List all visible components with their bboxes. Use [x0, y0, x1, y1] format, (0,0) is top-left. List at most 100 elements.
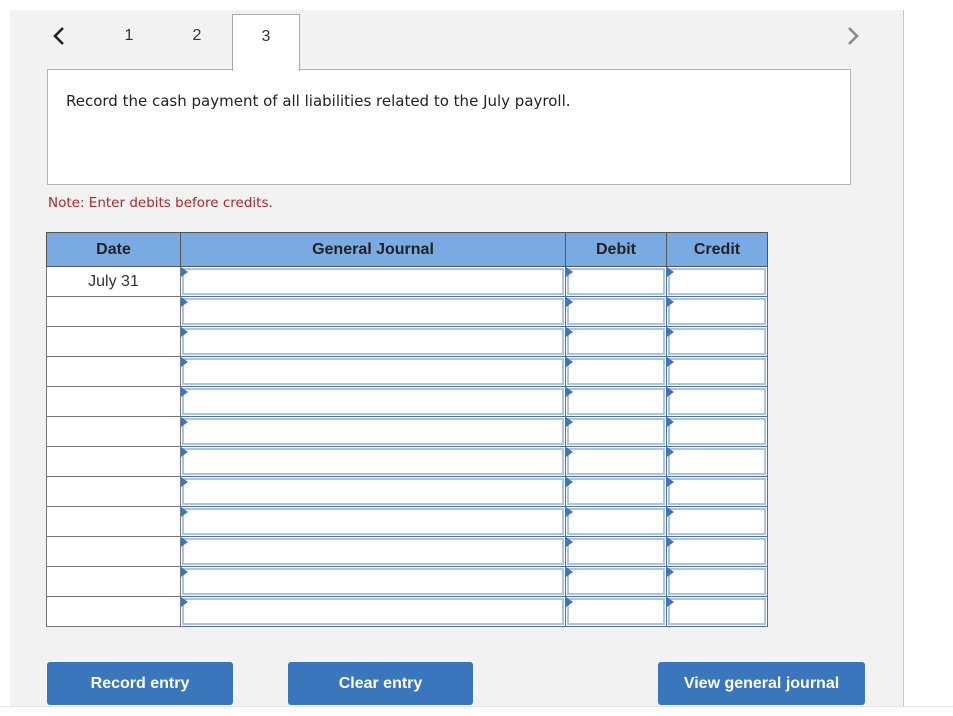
- debit-cell: [565, 386, 667, 417]
- note-text: Note: Enter debits before credits.: [48, 195, 273, 211]
- clear-entry-button[interactable]: Clear entry: [288, 662, 473, 705]
- account-input[interactable]: [182, 568, 564, 595]
- header-credit: Credit: [666, 232, 768, 267]
- tab-3-active[interactable]: 3: [232, 14, 300, 71]
- credit-input[interactable]: [668, 598, 766, 625]
- credit-cell: [666, 416, 768, 447]
- account-input[interactable]: [182, 448, 564, 475]
- account-input[interactable]: [182, 478, 564, 505]
- credit-input[interactable]: [668, 268, 766, 295]
- credit-input[interactable]: [668, 478, 766, 505]
- debit-cell: [565, 536, 667, 567]
- header-general-journal: General Journal: [180, 232, 566, 267]
- date-cell: [46, 356, 181, 387]
- debit-input[interactable]: [567, 358, 665, 385]
- journal-row: [46, 476, 768, 507]
- header-date: Date: [46, 232, 181, 267]
- cell-marker-icon: [181, 447, 188, 457]
- account-input[interactable]: [182, 358, 564, 385]
- header-debit: Debit: [565, 232, 667, 267]
- journal-table: Date General Journal Debit Credit July 3…: [46, 232, 768, 627]
- cell-marker-icon: [566, 357, 573, 367]
- record-entry-button[interactable]: Record entry: [47, 662, 233, 705]
- debit-cell: [565, 266, 667, 297]
- cell-marker-icon: [566, 477, 573, 487]
- tab-1[interactable]: 1: [96, 14, 162, 70]
- account-cell: [180, 476, 566, 507]
- debit-input[interactable]: [567, 538, 665, 565]
- credit-input[interactable]: [668, 508, 766, 535]
- credit-input[interactable]: [668, 358, 766, 385]
- cell-marker-icon: [667, 507, 674, 517]
- account-cell: [180, 266, 566, 297]
- credit-input[interactable]: [668, 538, 766, 565]
- credit-cell: [666, 386, 768, 417]
- cell-marker-icon: [181, 507, 188, 517]
- prompt-text: Record the cash payment of all liabiliti…: [66, 92, 571, 110]
- account-input[interactable]: [182, 328, 564, 355]
- date-cell: [46, 476, 181, 507]
- debit-input[interactable]: [567, 568, 665, 595]
- debit-input[interactable]: [567, 268, 665, 295]
- account-cell: [180, 416, 566, 447]
- cell-marker-icon: [181, 297, 188, 307]
- debit-input[interactable]: [567, 328, 665, 355]
- credit-input[interactable]: [668, 298, 766, 325]
- cell-marker-icon: [566, 387, 573, 397]
- cell-marker-icon: [667, 357, 674, 367]
- debit-input[interactable]: [567, 298, 665, 325]
- journal-row: [46, 506, 768, 537]
- credit-cell: [666, 506, 768, 537]
- credit-input[interactable]: [668, 568, 766, 595]
- account-cell: [180, 536, 566, 567]
- account-input[interactable]: [182, 508, 564, 535]
- credit-input[interactable]: [668, 418, 766, 445]
- debit-input[interactable]: [567, 508, 665, 535]
- cell-marker-icon: [667, 327, 674, 337]
- tab-label: 2: [192, 27, 202, 44]
- debit-input[interactable]: [567, 418, 665, 445]
- account-input[interactable]: [182, 298, 564, 325]
- debit-cell: [565, 506, 667, 537]
- account-input[interactable]: [182, 418, 564, 445]
- cell-marker-icon: [667, 597, 674, 607]
- date-cell: [46, 326, 181, 357]
- date-cell: [46, 446, 181, 477]
- credit-input[interactable]: [668, 388, 766, 415]
- credit-cell: [666, 296, 768, 327]
- tab-2[interactable]: 2: [164, 14, 230, 70]
- account-input[interactable]: [182, 538, 564, 565]
- cell-marker-icon: [667, 567, 674, 577]
- credit-input[interactable]: [668, 328, 766, 355]
- journal-row: [46, 356, 768, 387]
- account-cell: [180, 566, 566, 597]
- debit-input[interactable]: [567, 388, 665, 415]
- chevron-left-icon: [53, 27, 64, 45]
- cell-marker-icon: [566, 267, 573, 277]
- next-button[interactable]: [840, 22, 864, 50]
- credit-input[interactable]: [668, 448, 766, 475]
- account-input[interactable]: [182, 268, 564, 295]
- account-input[interactable]: [182, 388, 564, 415]
- account-cell: [180, 326, 566, 357]
- debit-input[interactable]: [567, 598, 665, 625]
- cell-marker-icon: [566, 537, 573, 547]
- account-cell: [180, 446, 566, 477]
- view-general-journal-button[interactable]: View general journal: [658, 662, 865, 705]
- tab-label: 3: [261, 28, 271, 45]
- date-cell: [46, 506, 181, 537]
- credit-cell: [666, 536, 768, 567]
- cell-marker-icon: [181, 477, 188, 487]
- credit-cell: [666, 596, 768, 627]
- credit-cell: [666, 356, 768, 387]
- account-input[interactable]: [182, 598, 564, 625]
- cell-marker-icon: [667, 297, 674, 307]
- debit-input[interactable]: [567, 448, 665, 475]
- prev-button[interactable]: [48, 22, 72, 50]
- debit-input[interactable]: [567, 478, 665, 505]
- cell-marker-icon: [181, 327, 188, 337]
- debit-cell: [565, 356, 667, 387]
- credit-cell: [666, 326, 768, 357]
- journal-row: [46, 446, 768, 477]
- debit-cell: [565, 326, 667, 357]
